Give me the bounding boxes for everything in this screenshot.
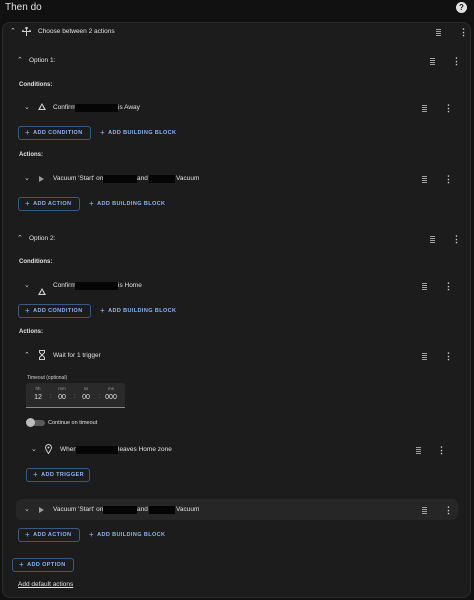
add-action-button[interactable]: + ADD ACTION bbox=[18, 528, 80, 542]
action1-suffix: Vacuum bbox=[176, 175, 200, 182]
triangle-state-icon bbox=[38, 288, 46, 295]
continue-toggle-knob[interactable] bbox=[26, 418, 35, 427]
play-icon bbox=[39, 176, 44, 182]
continue-on-timeout-label: Continue on timeout bbox=[48, 420, 98, 426]
action1-menu-icon[interactable]: ⋮ bbox=[444, 175, 453, 184]
add-condition-button[interactable]: + ADD CONDITION bbox=[18, 126, 91, 140]
action2-drag-icon[interactable] bbox=[422, 507, 427, 514]
option1-label: Option 1: bbox=[29, 57, 56, 64]
minutes-field[interactable]: 00 bbox=[52, 394, 72, 401]
action2-suffix: Vacuum bbox=[176, 506, 200, 513]
collapse-chevron-icon[interactable]: ⌃ bbox=[10, 28, 16, 36]
add-default-actions-link[interactable]: Add default actions bbox=[18, 581, 73, 588]
redacted-block bbox=[76, 446, 118, 454]
condition2-prefix: Confirm bbox=[53, 282, 76, 289]
add-building-block-button[interactable]: + ADD BUILDING BLOCK bbox=[94, 126, 182, 140]
action2-menu-icon[interactable]: ⋮ bbox=[444, 506, 453, 515]
wait-label: Wait for 1 trigger bbox=[53, 352, 101, 359]
action1-prefix: Vacuum 'Start' on bbox=[53, 175, 104, 182]
seconds-field[interactable]: 00 bbox=[76, 394, 96, 401]
option2-label: Option 2: bbox=[29, 235, 56, 242]
time-unit-label: mm bbox=[58, 386, 66, 391]
option2-drag-icon[interactable] bbox=[430, 236, 435, 243]
option2-menu-icon[interactable]: ⋮ bbox=[452, 235, 461, 244]
time-unit-label: ss bbox=[83, 386, 89, 391]
trigger-drag-icon[interactable] bbox=[416, 447, 421, 454]
drag-handle-icon[interactable] bbox=[436, 29, 441, 36]
redacted-block bbox=[149, 506, 175, 514]
redacted-block bbox=[103, 175, 137, 183]
timeout-input[interactable]: hh mm ss ms 12 : 00 : 00 : 000 bbox=[26, 383, 125, 408]
help-icon[interactable]: ? bbox=[456, 2, 467, 13]
add-trigger-button[interactable]: + ADD TRIGGER bbox=[26, 468, 90, 482]
condition2-drag-icon[interactable] bbox=[422, 283, 427, 290]
time-unit-label: ms bbox=[108, 386, 114, 391]
action1-drag-icon[interactable] bbox=[422, 176, 427, 183]
add-condition-button[interactable]: + ADD CONDITION bbox=[18, 304, 91, 318]
trigger-menu-icon[interactable]: ⋮ bbox=[437, 446, 446, 455]
option1-menu-icon[interactable]: ⋮ bbox=[452, 57, 461, 66]
map-marker-icon bbox=[45, 444, 52, 454]
condition1-drag-icon[interactable] bbox=[422, 105, 427, 112]
redacted-block bbox=[75, 104, 118, 112]
option1-actions-label: Actions: bbox=[19, 152, 43, 158]
play-icon bbox=[39, 507, 44, 513]
condition1-menu-icon[interactable]: ⋮ bbox=[444, 104, 453, 113]
condition2-chevron-icon[interactable]: ⌄ bbox=[24, 282, 30, 290]
action2-prefix: Vacuum 'Start' on bbox=[53, 506, 104, 513]
choose-label: Choose between 2 actions bbox=[38, 28, 115, 35]
redacted-block bbox=[149, 175, 175, 183]
trigger-suffix: leaves Home zone bbox=[118, 446, 172, 453]
redacted-block bbox=[75, 282, 118, 290]
redacted-block bbox=[103, 506, 137, 514]
option2-actions-label: Actions: bbox=[19, 329, 43, 335]
action1-mid: and bbox=[137, 175, 148, 182]
action2-chevron-icon[interactable]: ⌄ bbox=[24, 506, 30, 514]
milliseconds-field[interactable]: 000 bbox=[101, 394, 121, 401]
option2-conditions-label: Conditions: bbox=[19, 259, 53, 265]
option1-chevron-icon[interactable]: ⌃ bbox=[17, 57, 23, 65]
timeout-label: Timeout (optional) bbox=[27, 375, 68, 381]
add-building-block-button[interactable]: + ADD BUILDING BLOCK bbox=[83, 197, 171, 211]
arrow-decision-icon bbox=[22, 27, 31, 36]
wait-menu-icon[interactable]: ⋮ bbox=[444, 352, 453, 361]
action2-mid: and bbox=[137, 506, 148, 513]
condition1-chevron-icon[interactable]: ⌄ bbox=[24, 104, 30, 112]
timer-sand-icon bbox=[39, 350, 45, 360]
add-building-block-button[interactable]: + ADD BUILDING BLOCK bbox=[94, 304, 182, 318]
condition1-suffix: is Away bbox=[118, 104, 140, 111]
option1-drag-icon[interactable] bbox=[430, 58, 435, 65]
wait-chevron-icon[interactable]: ⌃ bbox=[24, 352, 30, 360]
action1-chevron-icon[interactable]: ⌄ bbox=[24, 175, 30, 183]
time-unit-label: hh bbox=[35, 386, 41, 391]
condition2-menu-icon[interactable]: ⋮ bbox=[444, 282, 453, 291]
add-building-block-button[interactable]: + ADD BUILDING BLOCK bbox=[83, 528, 171, 542]
option2-chevron-icon[interactable]: ⌃ bbox=[17, 235, 23, 243]
add-option-button[interactable]: + ADD OPTION bbox=[12, 558, 74, 572]
condition1-prefix: Confirm bbox=[53, 104, 76, 111]
wait-drag-icon[interactable] bbox=[422, 353, 427, 360]
add-action-button[interactable]: + ADD ACTION bbox=[18, 197, 80, 211]
page-title: Then do bbox=[5, 2, 42, 13]
trigger-prefix: When bbox=[60, 446, 77, 453]
triangle-state-icon bbox=[38, 103, 46, 110]
hours-field[interactable]: 12 bbox=[28, 394, 48, 401]
trigger-chevron-icon[interactable]: ⌄ bbox=[31, 446, 37, 454]
option1-conditions-label: Conditions: bbox=[19, 82, 53, 88]
choose-menu-icon[interactable]: ⋮ bbox=[459, 28, 468, 37]
condition2-suffix: is Home bbox=[118, 282, 142, 289]
